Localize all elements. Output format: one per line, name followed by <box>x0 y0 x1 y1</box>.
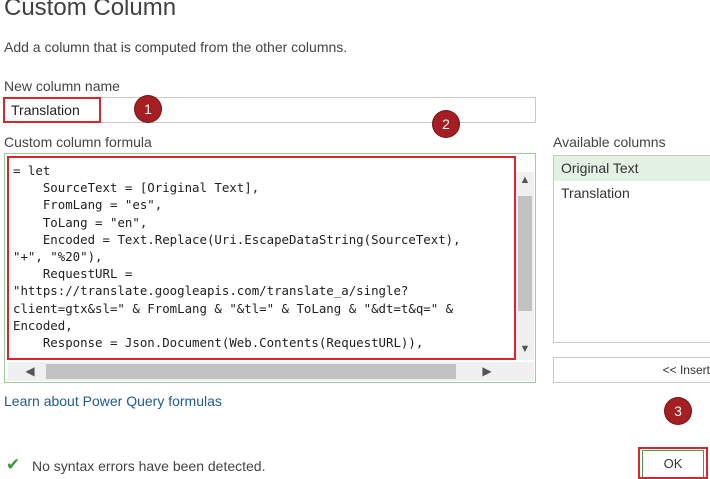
help-link[interactable]: Learn about Power Query formulas <box>4 393 222 409</box>
available-column-original-text[interactable]: Original Text <box>554 156 710 181</box>
checkmark-icon: ✔ <box>6 455 21 474</box>
scroll-down-icon[interactable]: ▼ <box>517 343 533 355</box>
scroll-right-icon[interactable]: ▶ <box>479 364 495 378</box>
scroll-up-icon[interactable]: ▲ <box>517 174 533 186</box>
formula-horizontal-scroll-thumb[interactable] <box>46 364 456 379</box>
dialog-title: Custom Column <box>4 0 177 21</box>
insert-button[interactable]: << Insert <box>553 357 710 383</box>
dialog-subtitle: Add a column that is computed from the o… <box>4 39 348 55</box>
highlight-box-ok <box>638 447 708 479</box>
annotation-badge-1: 1 <box>135 96 161 122</box>
highlight-box-name <box>3 97 101 123</box>
scroll-left-icon[interactable]: ◀ <box>22 364 38 378</box>
formula-editor[interactable]: = let SourceText = [Original Text], From… <box>7 156 516 360</box>
available-column-translation[interactable]: Translation <box>554 181 710 206</box>
syntax-status: No syntax errors have been detected. <box>32 458 266 474</box>
available-columns-list[interactable]: Original Text Translation <box>553 155 710 343</box>
available-columns-label: Available columns <box>553 134 666 150</box>
new-column-name-label: New column name <box>4 78 120 94</box>
formula-vertical-scroll-thumb[interactable] <box>518 196 532 311</box>
annotation-badge-2: 2 <box>433 111 459 137</box>
formula-text[interactable]: = let SourceText = [Original Text], From… <box>9 158 514 351</box>
annotation-badge-3: 3 <box>665 398 691 424</box>
custom-formula-label: Custom column formula <box>4 134 152 150</box>
